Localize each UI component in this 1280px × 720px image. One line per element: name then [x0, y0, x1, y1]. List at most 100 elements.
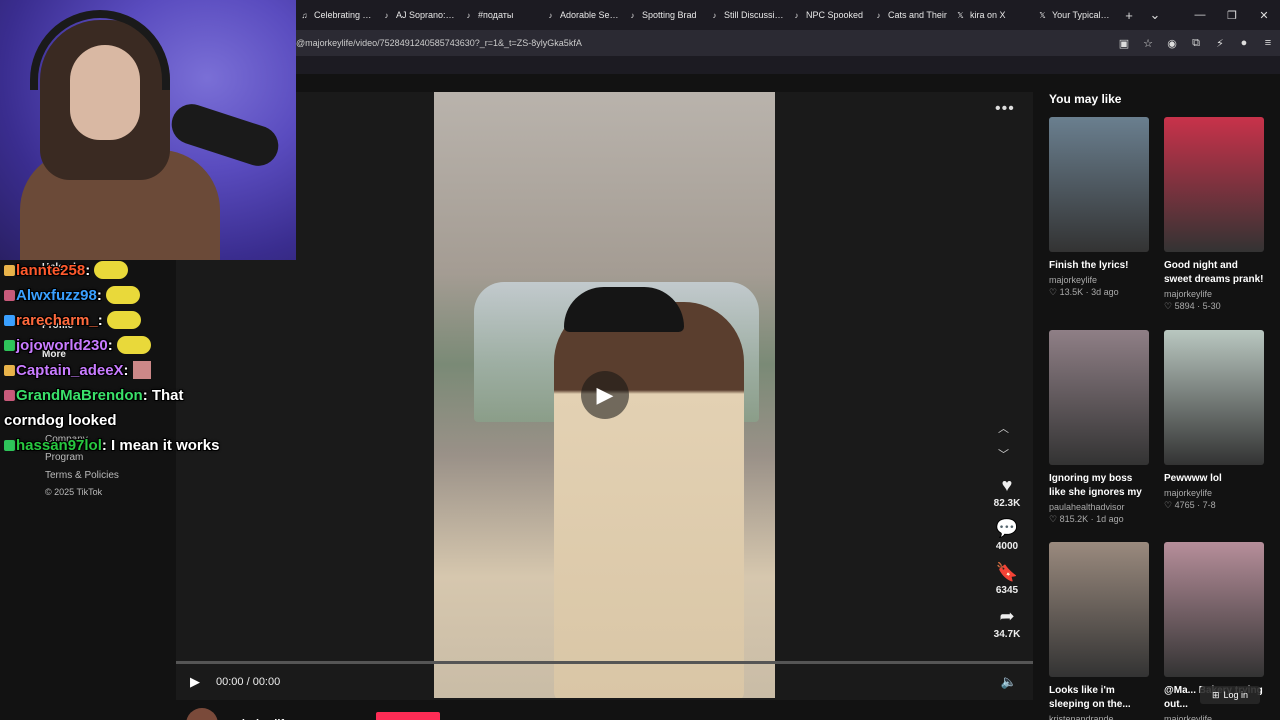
- browser-tab[interactable]: ♪ #податы: [460, 0, 542, 30]
- next-video-icon[interactable]: ﹀: [998, 446, 1009, 462]
- browser-tab[interactable]: ♪ Adorable Seals: [542, 0, 624, 30]
- chat-emote-icon: [116, 336, 151, 354]
- account-icon[interactable]: ◉: [1160, 30, 1184, 56]
- picture-in-picture-icon[interactable]: ▣: [1112, 30, 1136, 56]
- volume-icon[interactable]: 🔈: [1001, 674, 1017, 690]
- menu-icon[interactable]: ≡: [1256, 30, 1280, 56]
- chat-badge-icon: [4, 315, 15, 326]
- recommended-video-card[interactable]: Pewwww lol majorkeylife ♡ 4765 · 7-8: [1164, 330, 1264, 511]
- browser-tab-label: Your Typical Lo: [1052, 10, 1112, 20]
- play-icon[interactable]: ▶: [190, 674, 208, 690]
- chat-badge-icon: [4, 440, 15, 451]
- card-title[interactable]: Ignoring my boss like she ignores my rai…: [1049, 472, 1149, 500]
- video-thumbnail[interactable]: [1164, 542, 1264, 677]
- card-title[interactable]: Pewwww lol: [1164, 472, 1264, 486]
- x-icon: 𝕏: [1039, 10, 1046, 20]
- previous-video-icon[interactable]: ︿: [998, 420, 1009, 436]
- share-count: 34.7K: [993, 629, 1021, 640]
- recommended-video-card[interactable]: Finish the lyrics! majorkeylife ♡ 13.5K · …: [1049, 117, 1149, 298]
- tiktok-icon: ♪: [712, 10, 717, 20]
- chat-colon: :: [97, 312, 103, 329]
- chat-colon: :: [85, 262, 91, 279]
- more-options-icon[interactable]: •••: [995, 100, 1015, 118]
- comment-button[interactable]: 💬 4000: [985, 517, 1029, 552]
- browser-tab[interactable]: ♪ AJ Soprano: El: [378, 0, 460, 30]
- video-cap: [564, 287, 684, 332]
- video-thumbnail[interactable]: [1164, 330, 1264, 465]
- recommended-video-card[interactable]: Good night and sweet dreams prank! majork…: [1164, 117, 1264, 312]
- like-count: 82.3K: [993, 498, 1021, 509]
- card-title[interactable]: Looks like i'm sleeping on the...: [1049, 684, 1149, 712]
- browser-tab[interactable]: ♪ Still Discussing: [706, 0, 788, 30]
- chat-message: jojoworld230:: [4, 333, 294, 358]
- video-thumbnail[interactable]: [1049, 117, 1149, 252]
- chat-emote-icon: [106, 311, 141, 329]
- card-stats: ♡ 815.2K · 1d ago: [1049, 514, 1124, 524]
- close-icon[interactable]: ✕: [1248, 0, 1280, 30]
- card-author[interactable]: majorkeylife: [1049, 275, 1149, 285]
- author-row[interactable]: majorkeylife: [186, 708, 290, 720]
- recommended-video-card[interactable]: Looks like i'm sleeping on the... kristen…: [1049, 542, 1149, 720]
- save-button[interactable]: 🔖 6345: [985, 561, 1029, 596]
- like-button[interactable]: ♥ 82.3K: [985, 474, 1029, 509]
- new-tab-icon[interactable]: +: [1116, 0, 1142, 30]
- author-avatar[interactable]: [186, 708, 218, 720]
- tiktok-icon: ♪: [876, 10, 881, 20]
- card-stats: ♡ 13.5K · 3d ago: [1049, 287, 1119, 297]
- chat-colon: :: [107, 337, 113, 354]
- login-label: Log in: [1223, 690, 1249, 700]
- video-thumbnail[interactable]: [1164, 117, 1264, 252]
- chat-text: corndog looked: [4, 412, 117, 429]
- comment-icon: 💬: [995, 518, 1019, 538]
- streamer-webcam: [0, 0, 296, 260]
- card-title[interactable]: Good night and sweet dreams prank!: [1164, 259, 1264, 287]
- minimize-icon[interactable]: —: [1184, 0, 1216, 30]
- share-button[interactable]: ➦ 34.7K: [985, 605, 1029, 640]
- video-thumbnail[interactable]: [1049, 542, 1149, 677]
- browser-tab-label: AJ Soprano: El: [396, 10, 456, 20]
- login-button[interactable]: ⊞ Log in: [1200, 686, 1260, 704]
- card-author[interactable]: kristenandrande: [1049, 714, 1149, 720]
- music-note-icon: ♫: [301, 10, 308, 20]
- chat-username: rarecharm_: [16, 312, 98, 329]
- tab-list-icon[interactable]: ⌄: [1142, 0, 1168, 30]
- heart-icon: ♥: [1001, 475, 1013, 495]
- card-author[interactable]: paulahealthadvisor: [1049, 502, 1149, 512]
- follow-button[interactable]: [376, 712, 440, 720]
- extension-badge-icon[interactable]: ●: [1232, 30, 1256, 56]
- tiktok-icon: ♪: [548, 10, 553, 20]
- chat-badge-icon: [4, 340, 15, 351]
- restore-icon[interactable]: ❐: [1216, 0, 1248, 30]
- video-controls: ▶ 00:00 / 00:00 🔈: [176, 664, 1033, 700]
- chat-emote-icon: [94, 261, 129, 279]
- browser-tab[interactable]: ♪ Spotting Brad: [624, 0, 706, 30]
- play-overlay-icon[interactable]: ▶: [581, 371, 629, 419]
- browser-tab[interactable]: 𝕏 Your Typical Lo: [1034, 0, 1116, 30]
- card-author[interactable]: majorkeylife: [1164, 289, 1264, 299]
- bookmark-star-icon[interactable]: ☆: [1136, 30, 1160, 56]
- browser-tab[interactable]: ♪ NPC Spooked: [788, 0, 870, 30]
- chat-username: hassan97lol: [16, 437, 102, 454]
- card-title[interactable]: Finish the lyrics!: [1049, 259, 1149, 273]
- url-text[interactable]: @majorkeylife/video/7528491240585743630?…: [296, 38, 1112, 48]
- card-author[interactable]: majorkeylife: [1164, 714, 1264, 720]
- sidebar-terms[interactable]: Terms & Policies: [45, 470, 119, 481]
- extensions-icon[interactable]: ⧉: [1184, 30, 1208, 56]
- bookmark-icon: 🔖: [995, 562, 1019, 582]
- browser-tab-label: Celebrating Tay: [314, 10, 374, 20]
- chat-message: Captain_adeeX:: [4, 358, 294, 383]
- video-person: [554, 302, 744, 698]
- grid-icon: ⊞: [1211, 689, 1220, 700]
- browser-tab[interactable]: ♪ Cats and Their: [870, 0, 952, 30]
- card-author[interactable]: majorkeylife: [1164, 488, 1264, 498]
- chat-message: Alwxfuzz98:: [4, 283, 294, 308]
- browser-tab[interactable]: 𝕏kira on X: [952, 0, 1034, 30]
- video-thumbnail[interactable]: [1049, 330, 1149, 465]
- recommended-video-card[interactable]: Ignoring my boss like she ignores my rai…: [1049, 330, 1149, 525]
- x-icon: 𝕏: [957, 10, 964, 20]
- tiktok-icon: ♪: [794, 10, 799, 20]
- address-bar[interactable]: @majorkeylife/video/7528491240585743630?…: [296, 30, 1280, 56]
- page-top-strip: [296, 56, 1280, 74]
- browser-tab[interactable]: ♫ Celebrating Tay: [296, 0, 378, 30]
- extension-icon[interactable]: ⚡: [1208, 30, 1232, 56]
